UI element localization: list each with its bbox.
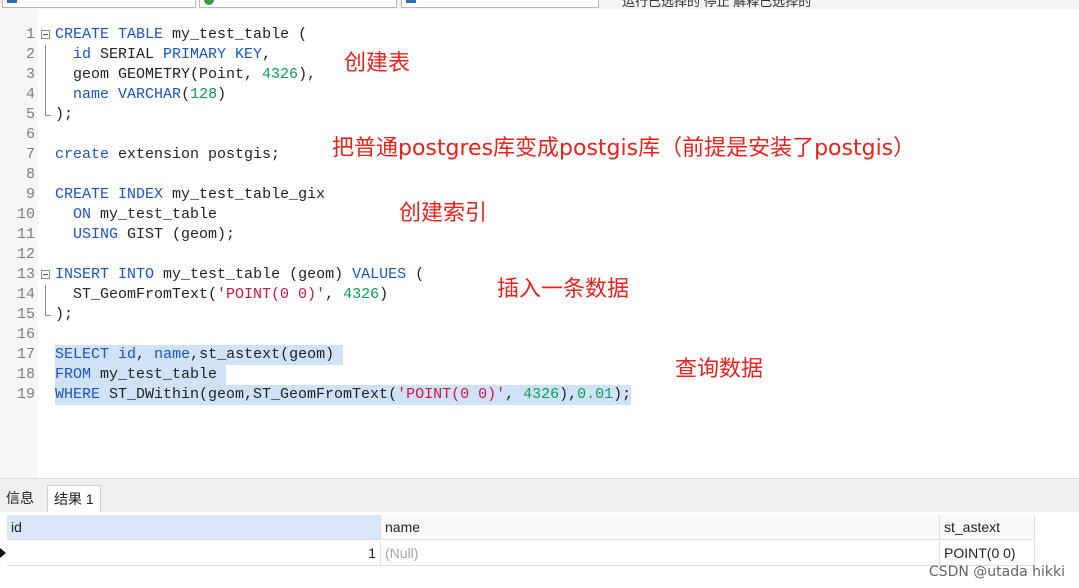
line-number: 10 <box>16 206 35 223</box>
code-text: FROM my_test_table <box>55 365 227 385</box>
fold-guide <box>45 65 46 85</box>
cell-id[interactable]: 1 <box>7 541 381 566</box>
fold-toggle-icon[interactable] <box>41 30 50 39</box>
fold-end-marker <box>45 305 51 316</box>
code-text: create extension postgis; <box>55 146 281 163</box>
annotation-query: 查询数据 <box>675 357 764 382</box>
code-line[interactable]: 2 id SERIAL PRIMARY KEY, <box>0 45 1079 65</box>
tab-result-1[interactable]: 结果 1 <box>47 485 101 512</box>
top-toolbar: 运行已选择的 停止 解释已选择的 <box>0 0 1079 9</box>
code-text: USING GIST (geom); <box>73 226 236 243</box>
line-number: 9 <box>25 186 35 203</box>
line-number: 11 <box>16 226 35 243</box>
schema-select[interactable] <box>401 0 599 8</box>
annotation-create-table: 创建表 <box>344 51 411 76</box>
fold-guide <box>45 85 46 105</box>
line-number: 19 <box>16 386 35 403</box>
line-number: 5 <box>25 106 35 123</box>
code-text: ON my_test_table <box>73 206 218 223</box>
code-line[interactable]: 5); <box>0 105 1079 125</box>
code-line[interactable]: 9 CREATE INDEX my_test_table_gix <box>0 185 1079 205</box>
line-number: 2 <box>25 46 35 63</box>
line-number: 15 <box>16 306 35 323</box>
line-number: 6 <box>25 126 35 143</box>
code-text: geom GEOMETRY(Point, 4326), <box>55 66 317 83</box>
current-row-indicator-icon <box>0 548 6 558</box>
result-panel: 信息 结果 1 id name st_astext 1 (Null) POINT… <box>0 478 1079 588</box>
code-line[interactable]: 19 WHERE ST_DWithin(geom,ST_GeomFromText(… <box>0 385 1079 405</box>
annotation-create-index: 创建索引 <box>399 201 488 226</box>
line-number: 14 <box>16 286 35 303</box>
annotation-insert: 插入一条数据 <box>497 277 630 302</box>
code-text: ST_GeomFromText('POINT(0 0)', 4326) <box>55 286 389 303</box>
cell-name[interactable]: (Null) <box>381 541 940 566</box>
fold-end-marker <box>45 105 51 116</box>
line-number: 18 <box>16 366 35 383</box>
code-line[interactable]: 10 ON my_test_table <box>0 205 1079 225</box>
toolbar-actions-text[interactable]: 运行已选择的 停止 解释已选择的 <box>622 0 811 9</box>
schema-icon <box>406 0 416 3</box>
line-number: 13 <box>16 266 35 283</box>
code-text: CREATE TABLE my_test_table ( <box>55 26 308 43</box>
line-number: 12 <box>16 246 35 263</box>
connection-select[interactable] <box>2 0 196 8</box>
column-header-st-astext[interactable]: st_astext <box>940 515 1035 540</box>
code-text: WHERE ST_DWithin(geom,ST_GeomFromText('P… <box>55 385 632 405</box>
cell-st-astext[interactable]: POINT(0 0) <box>940 541 1035 566</box>
column-header-name[interactable]: name <box>381 515 940 540</box>
line-number: 7 <box>25 146 35 163</box>
code-text: id SERIAL PRIMARY KEY, <box>73 46 272 63</box>
database-icon <box>204 0 214 5</box>
fold-guide <box>45 45 46 65</box>
code-line[interactable]: 12 <box>0 245 1079 265</box>
line-number: 16 <box>16 326 35 343</box>
tab-info[interactable]: 信息 <box>0 485 40 512</box>
fold-toggle-icon[interactable] <box>41 270 50 279</box>
code-line[interactable]: 15); <box>0 305 1079 325</box>
code-line[interactable]: 17 SELECT id, name,st_astext(geom) <box>0 345 1079 365</box>
code-line[interactable]: 1 CREATE TABLE my_test_table ( <box>0 25 1079 45</box>
fold-guide <box>45 285 46 305</box>
line-number: 1 <box>25 26 35 43</box>
code-line[interactable]: 4 name VARCHAR(128) <box>0 85 1079 105</box>
sql-editor[interactable]: 1 CREATE TABLE my_test_table ( 2 id SERIAL… <box>0 9 1079 478</box>
line-number: 17 <box>16 346 35 363</box>
code-line[interactable]: 11 USING GIST (geom); <box>0 225 1079 245</box>
result-tabs: 信息 结果 1 <box>0 478 1079 512</box>
code-line[interactable]: 3 geom GEOMETRY(Point, 4326), <box>0 65 1079 85</box>
column-header-id[interactable]: id <box>7 515 381 540</box>
database-select[interactable] <box>199 0 397 8</box>
code-area[interactable]: 1 CREATE TABLE my_test_table ( 2 id SERIAL… <box>0 25 1079 405</box>
line-number: 3 <box>25 66 35 83</box>
connection-icon <box>7 0 17 3</box>
watermark: CSDN @utada hikki <box>928 564 1065 580</box>
code-text: SELECT id, name,st_astext(geom) <box>55 345 344 365</box>
code-text: CREATE INDEX my_test_table_gix <box>55 186 326 203</box>
code-text: ); <box>55 106 74 123</box>
code-text: name VARCHAR(128) <box>73 86 227 103</box>
code-line[interactable]: 18 FROM my_test_table <box>0 365 1079 385</box>
code-line[interactable]: 16 <box>0 325 1079 345</box>
line-number: 8 <box>25 166 35 183</box>
code-line[interactable]: 8 <box>0 165 1079 185</box>
line-number: 4 <box>25 86 35 103</box>
code-text: INSERT INTO my_test_table (geom) VALUES … <box>55 266 425 283</box>
code-text: ); <box>55 306 74 323</box>
annotation-extension: 把普通postgres库变成postgis库（前提是安装了postgis） <box>332 136 916 161</box>
